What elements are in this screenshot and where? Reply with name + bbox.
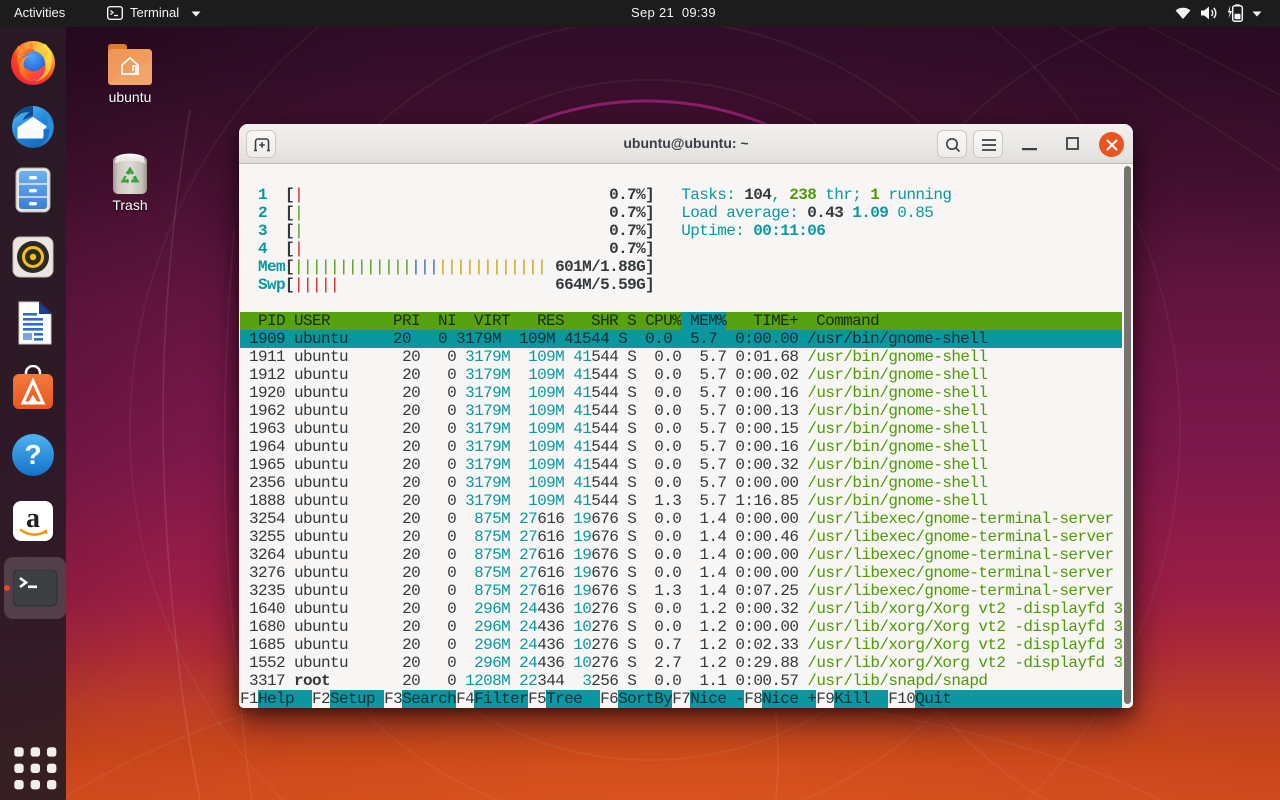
svg-text:?: ? [24, 439, 41, 470]
svg-text:a: a [26, 503, 40, 534]
